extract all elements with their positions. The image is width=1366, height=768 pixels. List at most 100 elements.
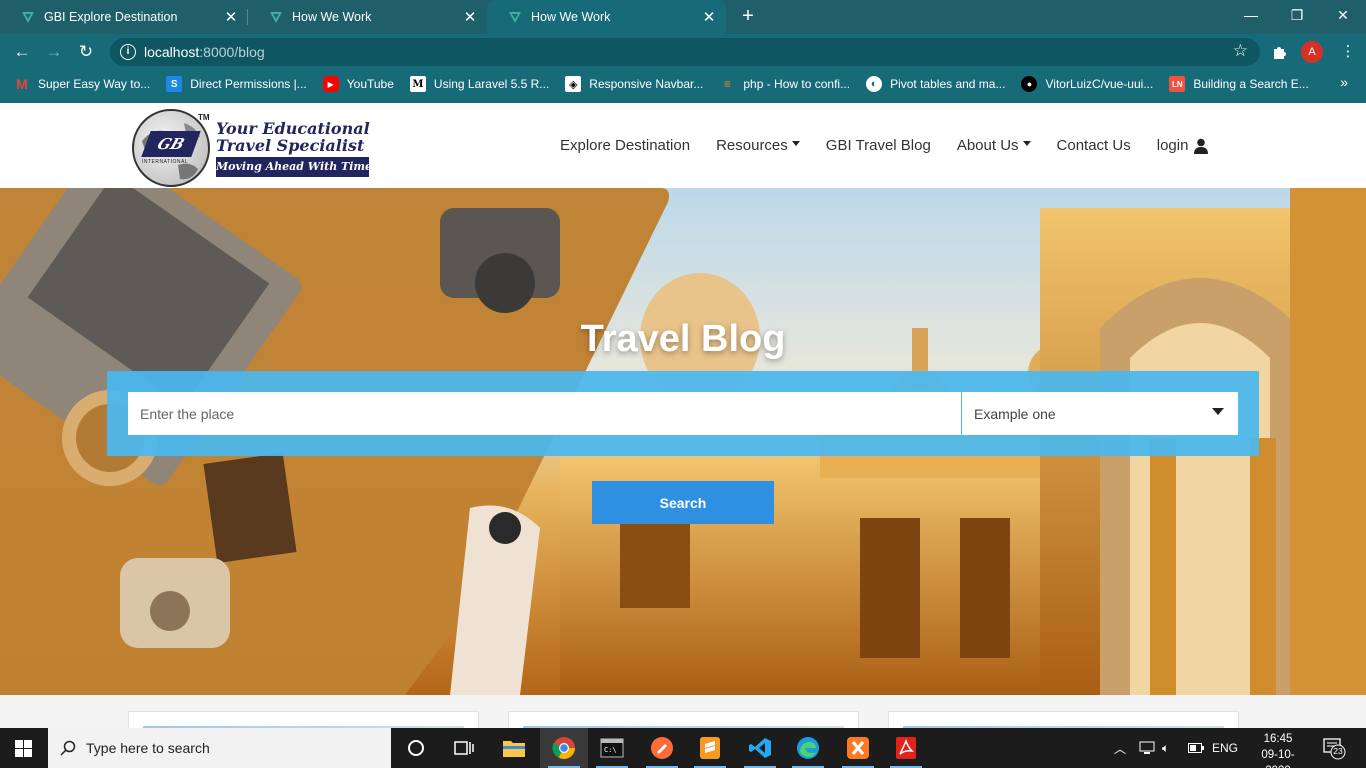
taskbar-search-box[interactable]: Type here to search: [48, 728, 391, 768]
caret-down-icon: [1022, 141, 1031, 146]
taskbar-clock[interactable]: 16:45 09-10-2020: [1250, 731, 1306, 768]
bookmark-label: VitorLuizC/vue-uui...: [1045, 77, 1154, 91]
bookmark-item[interactable]: ≡ php - How to confi...: [719, 76, 850, 92]
nav-label: login: [1156, 137, 1189, 154]
medium-icon: M: [409, 76, 426, 92]
browser-tab[interactable]: How We Work ✕: [248, 0, 487, 34]
menu-kebab-icon[interactable]: ⋮: [1336, 40, 1360, 64]
file-explorer-icon[interactable]: [490, 728, 538, 768]
browser-toolbar: ← → ↻ i localhost:8000/blog ☆ A ⋮: [0, 34, 1366, 70]
new-tab-button[interactable]: +: [736, 5, 760, 29]
bookmark-item[interactable]: ▶ YouTube: [322, 76, 394, 92]
vscode-icon[interactable]: [736, 728, 784, 768]
bookmark-label: Super Easy Way to...: [38, 77, 151, 91]
taskbar-search-placeholder: Type here to search: [86, 740, 210, 756]
back-icon[interactable]: ←: [10, 40, 34, 64]
close-tab-icon[interactable]: ✕: [463, 8, 477, 26]
bookmark-item[interactable]: M Using Laravel 5.5 R...: [409, 76, 550, 92]
tab-title: How We Work: [531, 10, 611, 24]
nav-label: Resources: [716, 137, 788, 154]
browser-tab-active[interactable]: How We Work ✕: [487, 0, 726, 34]
extensions-puzzle-icon[interactable]: [1271, 43, 1289, 61]
tab-title: GBI Explore Destination: [44, 10, 178, 24]
browser-tab[interactable]: GBI Explore Destination ✕: [0, 0, 248, 34]
nav-label: GBI Travel Blog: [825, 137, 931, 154]
logo-slogan: Moving Ahead With Time: [216, 157, 372, 177]
nav-explore-destination[interactable]: Explore Destination: [560, 137, 690, 154]
bookmark-item[interactable]: M Super Easy Way to...: [14, 76, 150, 92]
reload-icon[interactable]: ↻: [74, 40, 98, 64]
bookmark-item[interactable]: ● VitorLuizC/vue-uui...: [1021, 76, 1153, 92]
bookmark-star-icon[interactable]: ☆: [1233, 41, 1248, 61]
forward-icon[interactable]: →: [42, 40, 66, 64]
minimize-icon[interactable]: —: [1228, 0, 1274, 34]
site-favicon-icon: [22, 12, 34, 23]
close-tab-icon[interactable]: ✕: [224, 8, 238, 26]
site-header: GB INTERNATIONAL TM Your Educational Tra…: [0, 103, 1366, 188]
svg-text:C:\: C:\: [604, 746, 617, 754]
more-bookmarks-icon[interactable]: »: [1340, 74, 1348, 90]
nav-resources-dropdown[interactable]: Resources: [716, 137, 800, 154]
hero-banner: Travel Blog Example one Search: [0, 188, 1366, 695]
codepen-icon: ◈: [565, 76, 582, 92]
bookmark-label: Using Laravel 5.5 R...: [433, 77, 550, 91]
site-favicon-icon: [270, 12, 282, 23]
logo-trademark: TM: [198, 113, 210, 122]
category-select[interactable]: Example one: [962, 392, 1238, 435]
bookmark-label: php - How to confi...: [743, 77, 851, 91]
logo-tagline: Your Educational: [216, 119, 370, 138]
place-search-input[interactable]: [128, 392, 961, 435]
nav-label: About Us: [956, 137, 1019, 154]
edge-icon[interactable]: [784, 728, 832, 768]
bookmark-item[interactable]: ◐ Pivot tables and ma...: [866, 76, 1005, 92]
hero-title: Travel Blog: [580, 318, 786, 360]
nav-contact[interactable]: Contact Us: [1057, 137, 1131, 154]
battery-icon[interactable]: [1188, 728, 1204, 768]
close-tab-icon[interactable]: ✕: [702, 8, 716, 26]
notification-center-icon[interactable]: 23: [1322, 736, 1346, 760]
nav-about-dropdown[interactable]: About Us: [957, 137, 1031, 154]
input-language[interactable]: ENG: [1212, 728, 1238, 768]
clock-time: 16:45: [1263, 733, 1293, 745]
xampp-icon[interactable]: [834, 728, 882, 768]
close-window-icon[interactable]: ✕: [1320, 0, 1366, 34]
bookmark-item[interactable]: ◈ Responsive Navbar...: [565, 76, 703, 92]
search-button[interactable]: Search: [592, 481, 774, 524]
gmail-icon: M: [16, 76, 28, 92]
bookmark-label: Responsive Navbar...: [589, 77, 704, 91]
bookmarks-bar: M Super Easy Way to... S Direct Permissi…: [0, 70, 1366, 98]
chrome-icon[interactable]: [540, 728, 588, 768]
bookmark-item[interactable]: LN Building a Search E...: [1169, 76, 1309, 92]
site-logo[interactable]: GB INTERNATIONAL TM Your Educational Tra…: [132, 107, 372, 187]
tab-title: How We Work: [292, 10, 372, 24]
clock-date: 09-10-2020: [1261, 749, 1295, 768]
show-hidden-icons-icon[interactable]: ︿: [1114, 728, 1126, 768]
nav-label: Explore Destination: [560, 137, 691, 154]
caret-down-icon: [791, 141, 800, 146]
github-icon: ●: [1021, 76, 1038, 92]
nav-login[interactable]: login: [1157, 137, 1209, 154]
bookmark-item[interactable]: S Direct Permissions |...: [166, 76, 307, 92]
main-nav: Explore Destination Resources GBI Travel…: [560, 103, 1234, 188]
sublime-text-icon[interactable]: [686, 728, 734, 768]
task-view-icon[interactable]: [440, 728, 488, 768]
site-info-icon[interactable]: i: [120, 44, 136, 60]
volume-icon[interactable]: 🔈︎: [1162, 728, 1169, 768]
search-icon: [60, 740, 76, 756]
address-bar[interactable]: i localhost:8000/blog ☆: [110, 38, 1260, 66]
restore-icon[interactable]: ❐: [1274, 0, 1320, 34]
terminal-icon[interactable]: C:\: [588, 728, 636, 768]
nav-travel-blog[interactable]: GBI Travel Blog: [826, 137, 931, 154]
windows-start-icon[interactable]: [15, 740, 32, 757]
postman-icon[interactable]: [638, 728, 686, 768]
url-path: :8000/blog: [199, 44, 265, 60]
dropdown-arrow-icon: [1212, 408, 1224, 415]
cortana-icon[interactable]: [392, 728, 440, 768]
acrobat-icon[interactable]: [882, 728, 930, 768]
network-icon[interactable]: [1139, 728, 1155, 768]
logo-gb-mark: GB: [141, 131, 201, 157]
youtube-icon: ▶: [322, 76, 339, 92]
bookmark-label: YouTube: [346, 77, 394, 91]
profile-avatar[interactable]: A: [1301, 41, 1323, 63]
url-host: localhost: [144, 44, 200, 60]
